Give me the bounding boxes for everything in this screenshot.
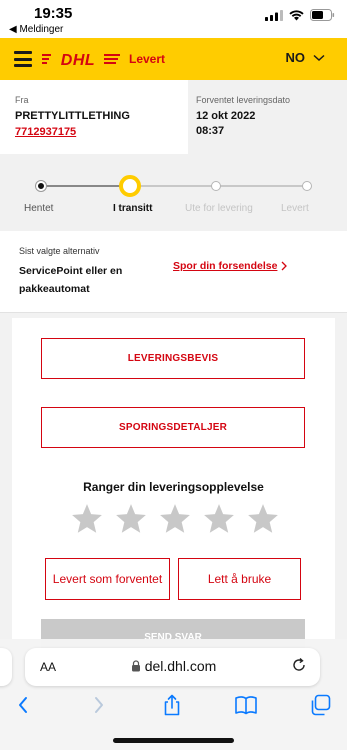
- status-icons: [265, 9, 335, 21]
- shipment-progress-tracker: Hentet I transitt Ute for levering Lever…: [0, 154, 347, 231]
- sender-name: PRETTYLITTLETHING: [15, 110, 130, 122]
- page-title: Levert: [129, 52, 166, 66]
- chevron-down-icon: [313, 54, 325, 61]
- star-rating: [70, 502, 280, 542]
- share-icon[interactable]: [160, 694, 184, 716]
- track-shipment-link-label: Spor din forsendelse: [173, 260, 278, 272]
- from-label: Fra: [15, 95, 29, 105]
- alternative-value: ServicePoint eller en pakkeautomat: [19, 265, 123, 295]
- expected-delivery-time: 08:37: [196, 125, 225, 137]
- step-marker-levert: [302, 181, 312, 191]
- language-selector[interactable]: NO: [286, 50, 326, 65]
- star-icon-4[interactable]: [202, 502, 236, 536]
- star-icon-5[interactable]: [246, 502, 280, 536]
- url-text: del.dhl.com: [144, 658, 217, 674]
- step-label-levert: Levert: [281, 203, 309, 214]
- tracking-details-button[interactable]: SPORINGSDETALJER: [41, 407, 305, 448]
- feedback-chip-easy-to-use[interactable]: Lett å bruke: [178, 558, 301, 600]
- hamburger-menu-icon[interactable]: [14, 51, 32, 67]
- site-header: DHL Levert NO: [0, 38, 347, 80]
- bookmarks-icon[interactable]: [234, 694, 258, 716]
- forward-arrow-icon[interactable]: [86, 694, 110, 716]
- tracking-number-link[interactable]: 7712937175: [15, 125, 188, 140]
- alternative-label: Sist valgte alternativ: [19, 246, 100, 256]
- battery-icon: [310, 9, 335, 21]
- sender-panel: Fra PRETTYLITTLETHING 7712937175: [0, 80, 188, 154]
- cellular-signal-icon: [265, 9, 283, 21]
- status-time: 19:35: [34, 5, 73, 22]
- expected-delivery-label: Forventet leveringsdato: [196, 95, 291, 105]
- home-indicator: [113, 738, 234, 743]
- step-label-hentet: Hentet: [24, 203, 54, 214]
- star-icon-1[interactable]: [70, 502, 104, 536]
- step-marker-ute-for-levering: [211, 181, 221, 191]
- dhl-logo[interactable]: DHL: [42, 49, 120, 69]
- wifi-icon: [289, 9, 304, 20]
- svg-text:DHL: DHL: [61, 52, 95, 69]
- chevron-right-icon: [281, 261, 288, 271]
- proof-of-delivery-button[interactable]: LEVERINGSBEVIS: [41, 338, 305, 379]
- lock-icon: [131, 660, 140, 672]
- step-label-i-transitt: I transitt: [113, 203, 153, 214]
- expected-delivery-date: 12 okt 2022: [196, 110, 256, 122]
- tabs-icon[interactable]: [308, 694, 332, 716]
- step-marker-i-transitt: [119, 175, 141, 197]
- step-marker-hentet: [36, 181, 46, 191]
- star-icon-3[interactable]: [158, 502, 192, 536]
- star-icon-2[interactable]: [114, 502, 148, 536]
- back-arrow-icon[interactable]: [12, 694, 36, 716]
- feedback-chip-as-expected[interactable]: Levert som forventet: [45, 558, 170, 600]
- track-shipment-link[interactable]: Spor din forsendelse: [173, 260, 288, 272]
- step-label-ute-for-levering: Ute for levering: [185, 203, 253, 214]
- rating-title: Ranger din leveringsopplevelse: [83, 480, 264, 494]
- reload-icon[interactable]: [291, 657, 307, 673]
- language-code: NO: [285, 50, 306, 65]
- progress-line-completed: [41, 185, 131, 187]
- status-bar: 19:35 ◀ Meldinger: [0, 0, 347, 38]
- expected-delivery-panel: Forventet leveringsdato 12 okt 2022 08:3…: [188, 80, 347, 154]
- delivery-alternative-section: Sist valgte alternativ ServicePoint elle…: [0, 231, 347, 313]
- back-to-app-link[interactable]: ◀ Meldinger: [9, 24, 63, 35]
